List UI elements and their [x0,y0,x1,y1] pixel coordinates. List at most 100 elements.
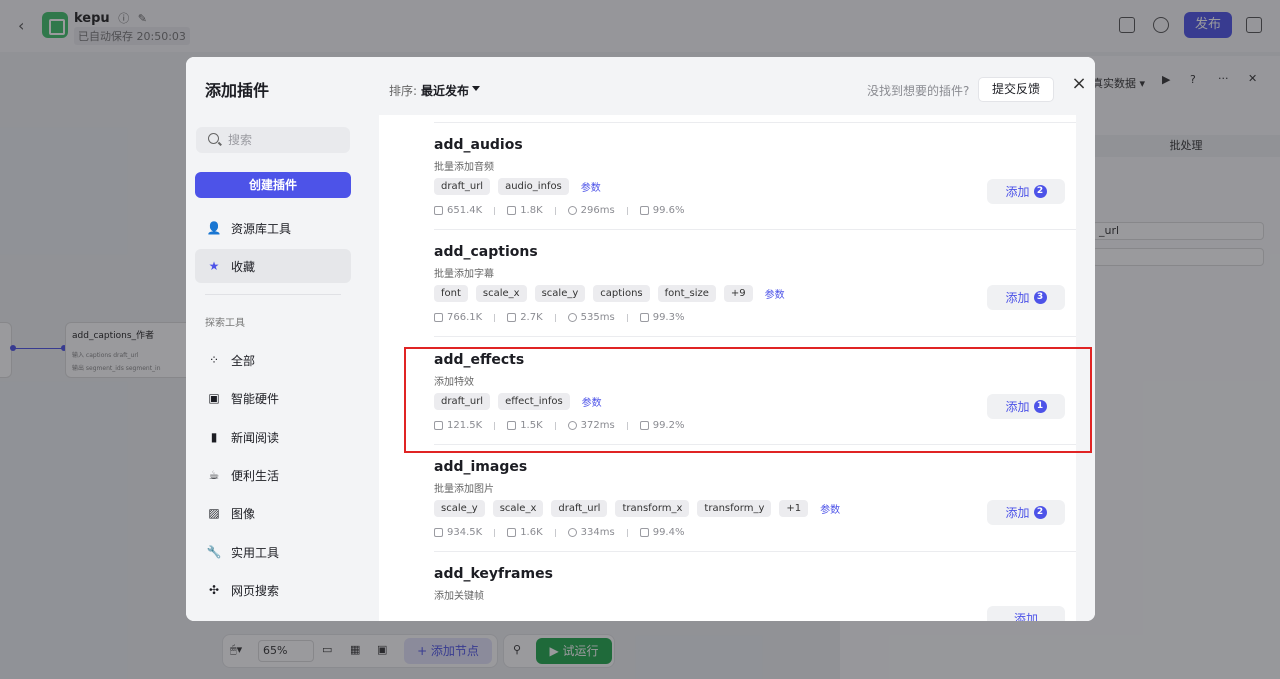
stat-divider [554,206,556,215]
stat-value: 99.6% [652,205,685,216]
sidebar-item-label: 实用工具 [231,545,280,560]
add-plugin-button[interactable]: 添加 2 [987,500,1065,525]
stat-divider [554,313,556,322]
search-input[interactable] [228,131,338,149]
wrench-icon: 🔧 [206,545,222,559]
add-plugin-button[interactable]: 添加 2 [987,179,1065,204]
sidebar-item-favorites[interactable]: ★ 收藏 [195,249,351,283]
plugin-row-add-captions[interactable]: add_captions 批量添加字幕 font scale_x scale_y capt… [379,230,1076,337]
param-tag: scale_y [534,285,586,302]
sidebar-item-news[interactable]: ▮ 新闻阅读 [195,420,351,454]
params-link[interactable]: 参数 [581,179,601,194]
sidebar-item-all[interactable]: ⁘ 全部 [195,343,351,377]
params-link[interactable]: 参数 [820,501,840,516]
stat-value: 1.8K [520,205,543,216]
close-icon[interactable]: × [1071,75,1087,93]
stat-divider [626,528,628,537]
stat-item: 296ms [567,205,615,216]
add-plugin-button[interactable]: 添加 3 [987,285,1065,310]
stat-divider [554,528,556,537]
sidebar-item-label: 新闻阅读 [231,430,280,445]
add-button-label: 添加 [1005,506,1030,520]
highlight-box [404,347,1092,453]
param-tags: draft_url audio_infos 参数 [434,178,601,195]
plugin-description: 批量添加图片 [434,484,494,495]
stat-value: 535ms [580,312,615,323]
sidebar-item-utilities[interactable]: 🔧 实用工具 [195,535,351,569]
plugin-description: 添加关键帧 [434,591,484,602]
latency-icon [567,206,577,215]
book-icon: ▮ [210,430,218,444]
sidebar-item-image[interactable]: ▨ 图像 [195,496,351,530]
sidebar-item-lifestyle[interactable]: ☕ 便利生活 [195,458,351,492]
search-icon [208,133,219,144]
stat-item: 535ms [567,312,615,323]
sidebar-item-label: 便利生活 [231,468,280,483]
plugin-row-add-keyframes[interactable]: add_keyframes 添加关键帧 [379,552,1076,621]
tool-count-badge: 2 [1033,185,1047,198]
add-button-label: 添加 [1013,612,1038,621]
stat-value: 1.6K [520,527,543,538]
calls-icon [507,528,517,537]
feedback-button[interactable]: 提交反馈 [978,77,1054,102]
param-tag: draft_url [551,500,608,517]
stat-divider [494,313,496,322]
sidebar-item-web-search[interactable]: ✣ 网页搜索 [195,573,351,607]
grid-icon: ⁘ [208,353,220,367]
plugin-description: 批量添加音频 [434,162,494,173]
sidebar-item-label: 图像 [231,506,256,521]
tool-count-badge: 2 [1033,506,1047,519]
tool-count-badge: 3 [1033,291,1047,304]
add-plugin-modal: 添加插件 创建插件 👤 资源库工具 ★ 收藏 探索工具 ⁘ 全部 ▣ 智能硬件 … [186,57,1095,621]
stat-item: 2.7K [507,312,543,323]
latency-icon [567,313,577,322]
sidebar-item-library-tools[interactable]: 👤 资源库工具 [195,211,351,245]
param-tag: audio_infos [498,178,569,195]
person-icon: 👤 [206,221,222,235]
plugin-stats: 934.5K 1.6K 334ms 99.4% [434,527,684,538]
plugin-description: 批量添加字幕 [434,269,494,280]
stat-value: 99.4% [652,527,685,538]
stat-value: 296ms [580,205,615,216]
create-plugin-button[interactable]: 创建插件 [195,172,351,198]
stat-item: 99.6% [639,205,685,216]
plugin-name: add_audios [434,137,523,153]
params-link[interactable]: 参数 [765,286,785,301]
caret-down-icon[interactable] [472,86,480,91]
row-divider [434,336,1076,337]
param-tag: font_size [657,285,716,302]
stat-item: 1.6K [507,527,543,538]
star-icon: ★ [208,259,220,273]
usage-icon [434,528,443,537]
stat-item: 1.8K [507,205,543,216]
stat-value: 651.4K [447,205,483,216]
param-tag: scale_x [492,500,544,517]
plugin-stats: 766.1K 2.7K 535ms 99.3% [434,312,684,323]
sidebar-item-label: 收藏 [231,259,256,274]
plugin-search[interactable] [196,127,350,153]
stat-divider [626,313,628,322]
sort-select[interactable]: 最近发布 [421,82,469,99]
sidebar-item-label: 资源库工具 [231,221,292,236]
param-tag: scale_y [434,500,485,517]
param-tag: +9 [723,285,753,302]
list-item-partial [379,115,1076,123]
stat-item: 934.5K [434,527,482,538]
stat-divider [494,528,496,537]
success-rate-icon [639,206,649,215]
plugin-main: 排序: 最近发布 没找到想要的插件? 提交反馈 × add_audios 批量添加… [360,57,1095,621]
add-plugin-button[interactable]: 添加 [987,606,1065,621]
section-label: 探索工具 [205,318,245,329]
plugin-name: add_captions [434,244,538,260]
not-found-text: 没找到想要的插件? [867,84,970,98]
sidebar-item-label: 智能硬件 [231,391,280,406]
sidebar-item-hardware[interactable]: ▣ 智能硬件 [195,381,351,415]
modal-title: 添加插件 [205,81,270,100]
param-tag: captions [593,285,650,302]
plugin-row-add-images[interactable]: add_images 批量添加图片 scale_y scale_x draft_url t… [379,445,1076,552]
plugin-stats: 651.4K 1.8K 296ms 99.6% [434,205,684,216]
stat-item: 99.3% [639,312,684,323]
param-tags: scale_y scale_x draft_url transform_x transf… [434,500,840,517]
plugin-row-add-audios[interactable]: add_audios 批量添加音频 draft_url audio_infos 参数 65… [379,123,1076,230]
stat-value: 334ms [580,527,615,538]
